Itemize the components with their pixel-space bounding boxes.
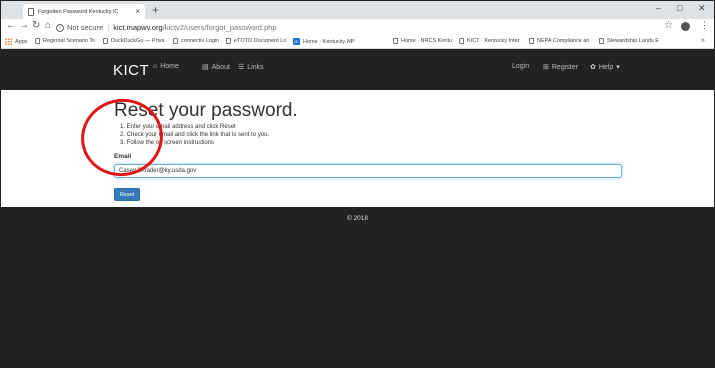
page-title: Reset your password. bbox=[114, 100, 298, 121]
page-icon bbox=[103, 38, 108, 44]
tab-strip: Forgotten Password Kentucky IC × + – □ ✕ bbox=[1, 1, 714, 19]
nav-about[interactable]: ▤ About bbox=[202, 63, 230, 72]
bookmark-label: Home · NRCS Kentu bbox=[401, 38, 453, 44]
instruction-step: 3. Follow the on screen instructions bbox=[120, 140, 215, 146]
bookmark-item[interactable]: connectiv Login bbox=[173, 38, 219, 44]
browser-tab[interactable]: Forgotten Password Kentucky IC × bbox=[23, 4, 145, 19]
nav-links-label: Links bbox=[247, 63, 264, 71]
page-icon bbox=[599, 38, 604, 44]
new-tab-icon[interactable]: + bbox=[152, 3, 159, 17]
page-icon bbox=[393, 38, 398, 44]
list-icon: ☰ bbox=[238, 64, 245, 71]
apps-icon bbox=[5, 38, 12, 45]
bookmark-label: eTOTO Document Lo bbox=[234, 38, 287, 44]
browser-toolbar: ← → ↻ ⌂ i Not secure | kict.mapwv.org /k… bbox=[1, 19, 714, 36]
nav-help[interactable]: ✿ Help ▾ bbox=[590, 63, 620, 72]
email-field[interactable]: Casey.Shrader@ky.usda.gov bbox=[114, 164, 622, 178]
site-footer: © 2018 bbox=[1, 207, 714, 367]
minimize-icon[interactable]: – bbox=[656, 3, 661, 13]
bookmark-label: DuckDuckGo — Priva bbox=[111, 38, 165, 44]
close-tab-icon[interactable]: × bbox=[135, 7, 140, 16]
reset-button[interactable]: Reset bbox=[114, 188, 140, 201]
more-bookmarks-icon[interactable]: » bbox=[701, 37, 705, 44]
nav-register-label: Register bbox=[551, 63, 578, 71]
nav-home[interactable]: ⌂ Home bbox=[153, 63, 179, 70]
instruction-step: 2. Check your email and click the link t… bbox=[120, 132, 270, 138]
instruction-list: 1. Enter your email address and click Re… bbox=[120, 123, 269, 147]
home-icon: ⌂ bbox=[153, 63, 158, 70]
nps-icon: ID bbox=[293, 38, 300, 45]
forward-icon[interactable]: → bbox=[19, 20, 29, 31]
back-icon[interactable]: ← bbox=[6, 20, 16, 31]
reload-icon[interactable]: ↻ bbox=[32, 20, 40, 31]
bookmark-label: KICT · Kentucky Inter bbox=[467, 38, 520, 44]
copyright-text: © 2018 bbox=[346, 215, 369, 222]
book-icon: ▤ bbox=[202, 64, 209, 71]
email-label: Email bbox=[114, 153, 132, 160]
nav-about-label: About bbox=[211, 63, 230, 71]
page-icon bbox=[459, 38, 464, 44]
nav-links[interactable]: ☰ Links bbox=[238, 63, 264, 72]
gear-icon: ✿ bbox=[590, 64, 596, 71]
page-icon bbox=[226, 38, 231, 44]
bookmark-label: Home · Kentucky NP bbox=[303, 38, 355, 45]
bookmark-apps[interactable]: Apps bbox=[5, 38, 28, 45]
bookmark-item[interactable]: eTOTO Document Lo bbox=[226, 38, 286, 44]
bookmark-label: Stewardship Lands E bbox=[607, 38, 659, 44]
close-window-icon[interactable]: ✕ bbox=[698, 3, 706, 14]
bookmark-item[interactable]: NEPA Compliance an bbox=[529, 38, 589, 44]
bookmark-item[interactable]: Stewardship Lands E bbox=[599, 38, 659, 44]
bookmark-item[interactable]: DuckDuckGo — Priva bbox=[103, 38, 165, 44]
bookmark-item[interactable]: Home · NRCS Kentu bbox=[393, 38, 452, 44]
home-icon[interactable]: ⌂ bbox=[45, 20, 51, 31]
url-host: kict.mapwv.org bbox=[113, 23, 163, 32]
nav-help-label: Help bbox=[598, 63, 614, 71]
instruction-step: 1. Enter your email address and click Re… bbox=[120, 124, 236, 130]
bookmark-item[interactable]: KICT · Kentucky Inter bbox=[459, 38, 519, 44]
main-content: Reset your password. 1. Enter your email… bbox=[1, 90, 714, 207]
page-icon bbox=[529, 38, 534, 44]
page-icon bbox=[28, 7, 34, 16]
plus-square-icon: ⊞ bbox=[543, 64, 549, 71]
address-bar[interactable]: i Not secure | kict.mapwv.org /kictv2/us… bbox=[56, 21, 676, 34]
menu-icon[interactable]: ⋮ bbox=[700, 20, 709, 31]
account-icon[interactable] bbox=[681, 22, 690, 31]
site-navbar: KICT ⌂ Home ▤ About ☰ Links Login ⊞ Regi… bbox=[1, 49, 714, 90]
bookmark-item[interactable]: Regional Scenario To bbox=[35, 38, 95, 44]
security-label: Not secure bbox=[67, 23, 104, 32]
nav-home-label: Home bbox=[160, 63, 179, 70]
bookmark-label: Apps bbox=[15, 38, 28, 45]
bookmark-label: Regional Scenario To bbox=[43, 38, 96, 44]
tab-title: Forgotten Password Kentucky IC bbox=[38, 8, 119, 15]
bookmark-star-icon[interactable]: ☆ bbox=[664, 20, 673, 31]
nav-register[interactable]: ⊞ Register bbox=[543, 63, 578, 72]
nav-login-label: Login bbox=[512, 63, 530, 70]
separator: | bbox=[107, 23, 110, 32]
page-icon bbox=[35, 38, 40, 44]
bookmark-label: connectiv Login bbox=[181, 38, 220, 44]
info-icon[interactable]: i bbox=[56, 23, 64, 32]
url-path: /kictv2/users/forgot_password.php bbox=[162, 23, 277, 32]
maximize-icon[interactable]: □ bbox=[677, 3, 682, 13]
brand-logo[interactable]: KICT bbox=[113, 62, 149, 79]
browser-window: Forgotten Password Kentucky IC × + – □ ✕… bbox=[0, 0, 715, 368]
caret-down-icon: ▾ bbox=[616, 64, 620, 71]
bookmark-label: NEPA Compliance an bbox=[537, 38, 590, 44]
page-icon bbox=[173, 38, 178, 44]
bookmark-item[interactable]: ID Home · Kentucky NP bbox=[293, 38, 354, 45]
bookmarks-bar: Apps Regional Scenario To DuckDuckGo — P… bbox=[1, 36, 714, 49]
nav-login[interactable]: Login bbox=[512, 63, 529, 70]
